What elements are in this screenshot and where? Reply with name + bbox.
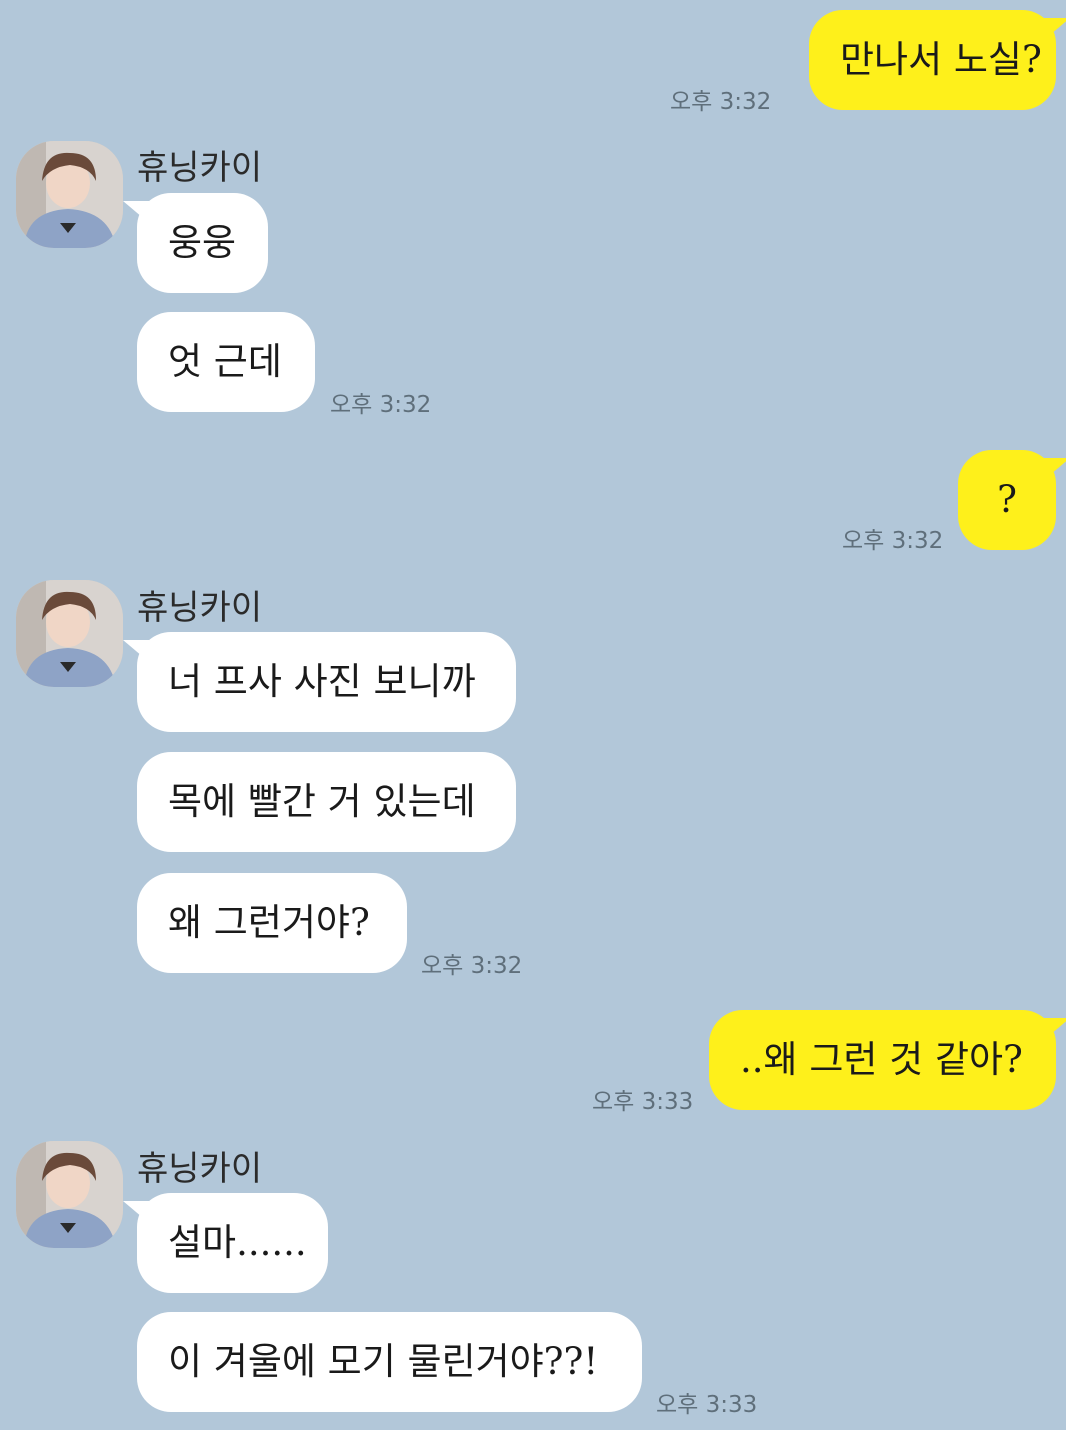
their-message-bubble[interactable]: 왜 그런거야? <box>137 873 407 973</box>
sender-name: 휴닝카이 <box>137 1149 263 1189</box>
their-message-bubble[interactable]: 웅웅 <box>123 193 268 293</box>
profile-photo-icon <box>16 580 123 687</box>
their-message-bubble[interactable]: 목에 빨간 거 있는데 <box>137 752 516 852</box>
profile-photo-icon <box>16 1141 123 1248</box>
sender-avatar[interactable] <box>16 1141 123 1248</box>
message-text: 너 프사 사진 보니까 <box>168 660 476 703</box>
my-message-bubble[interactable]: ? <box>958 450 1066 550</box>
their-message-bubble[interactable]: 이 겨울에 모기 물린거야??! <box>137 1312 642 1412</box>
message-time: 오후 3:32 <box>421 953 523 979</box>
my-message-bubble[interactable]: 만나서 노실? <box>809 10 1066 110</box>
sender-name: 휴닝카이 <box>137 588 263 628</box>
their-message-bubble[interactable]: 너 프사 사진 보니까 <box>123 632 516 732</box>
message-text: 웅웅 <box>168 221 237 264</box>
their-message-bubble[interactable]: 엇 근데 <box>137 312 315 412</box>
message-time: 오후 3:33 <box>592 1089 694 1115</box>
message-text: ? <box>997 478 1017 521</box>
message-text: ..왜 그런 것 같아? <box>740 1038 1023 1081</box>
sender-avatar[interactable] <box>16 141 123 248</box>
bubble-tail <box>123 1201 149 1223</box>
message-text: 이 겨울에 모기 물린거야??! <box>168 1340 599 1383</box>
their-message-bubble[interactable]: 설마...... <box>123 1193 328 1293</box>
bubble-tail <box>1044 458 1066 480</box>
message-time: 오후 3:32 <box>670 89 772 115</box>
bubble-tail <box>1044 1018 1066 1040</box>
message-text: 왜 그런거야? <box>168 901 370 944</box>
message-time: 오후 3:32 <box>842 528 944 554</box>
message-text: 목에 빨간 거 있는데 <box>168 780 476 823</box>
bubble-tail <box>1044 18 1066 40</box>
message-time: 오후 3:33 <box>656 1392 758 1418</box>
sender-avatar[interactable] <box>16 580 123 687</box>
message-text: 만나서 노실? <box>840 38 1042 81</box>
message-text: 설마...... <box>168 1221 307 1264</box>
sender-name: 휴닝카이 <box>137 148 263 188</box>
message-time: 오후 3:32 <box>330 392 432 418</box>
my-message-bubble[interactable]: ..왜 그런 것 같아? <box>709 1010 1066 1110</box>
profile-photo-icon <box>16 141 123 248</box>
message-text: 엇 근데 <box>168 340 282 383</box>
bubble-tail <box>123 640 149 662</box>
bubble-tail <box>123 201 149 223</box>
